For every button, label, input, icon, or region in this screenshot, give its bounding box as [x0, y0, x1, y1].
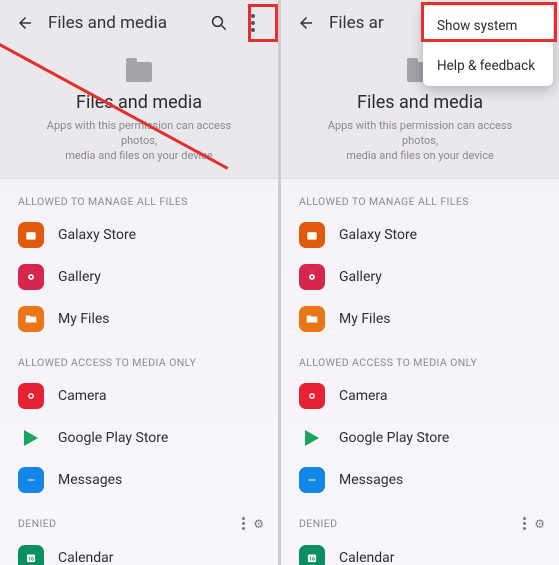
- app-row-messages[interactable]: Messages: [0, 459, 278, 501]
- folder-icon: [126, 62, 152, 82]
- app-row-my-files[interactable]: My Files: [0, 298, 278, 340]
- screen-left: Files and media Files and media Apps wit…: [0, 0, 278, 565]
- list-settings-icon[interactable]: ⚙: [253, 517, 264, 531]
- app-row-messages[interactable]: Messages: [281, 459, 559, 501]
- gallery-icon: [18, 264, 44, 290]
- app-name: Camera: [339, 388, 388, 404]
- app-row-calendar[interactable]: 16 Calendar: [281, 537, 559, 565]
- annotation-highlight-show-system: [421, 2, 557, 42]
- app-name: Messages: [58, 472, 122, 488]
- list-more-icon[interactable]: [523, 517, 526, 530]
- app-row-galaxy-store[interactable]: Galaxy Store: [0, 214, 278, 256]
- galaxy-store-icon: [299, 222, 325, 248]
- svg-text:16: 16: [28, 556, 34, 562]
- app-row-camera[interactable]: Camera: [281, 375, 559, 417]
- section-denied: DENIED: [299, 517, 337, 530]
- header-title: Files and media: [42, 13, 202, 33]
- camera-icon: [299, 383, 325, 409]
- app-name: Galaxy Store: [58, 227, 136, 243]
- section-manage-all: ALLOWED TO MANAGE ALL FILES: [281, 179, 559, 214]
- play-store-icon: [18, 425, 44, 451]
- messages-icon: [18, 467, 44, 493]
- back-icon[interactable]: [289, 6, 323, 40]
- app-name: Galaxy Store: [339, 227, 417, 243]
- app-name: Google Play Store: [339, 430, 449, 446]
- app-name: Calendar: [58, 550, 114, 565]
- calendar-icon: 16: [299, 545, 325, 565]
- hero-description: Apps with this permission can access pho…: [18, 119, 260, 164]
- section-manage-all: ALLOWED TO MANAGE ALL FILES: [0, 179, 278, 214]
- app-name: Gallery: [339, 269, 382, 285]
- hero-title: Files and media: [18, 92, 260, 113]
- app-row-my-files[interactable]: My Files: [281, 298, 559, 340]
- app-row-gallery[interactable]: Gallery: [0, 256, 278, 298]
- camera-icon: [18, 383, 44, 409]
- galaxy-store-icon: [18, 222, 44, 248]
- section-media-only: ALLOWED ACCESS TO MEDIA ONLY: [281, 340, 559, 375]
- my-files-icon: [18, 306, 44, 332]
- messages-icon: [299, 467, 325, 493]
- app-name: Camera: [58, 388, 107, 404]
- app-name: Messages: [339, 472, 403, 488]
- app-row-calendar[interactable]: 16 Calendar: [0, 537, 278, 565]
- svg-text:16: 16: [309, 556, 315, 562]
- screen-right: Files ar Show system Help & feedback Fil…: [281, 0, 559, 565]
- section-denied: DENIED: [18, 517, 56, 530]
- search-icon[interactable]: [202, 6, 236, 40]
- list-more-icon[interactable]: [242, 517, 245, 530]
- calendar-icon: 16: [18, 545, 44, 565]
- play-store-icon: [299, 425, 325, 451]
- list-settings-icon[interactable]: ⚙: [534, 517, 545, 531]
- app-name: My Files: [339, 311, 391, 327]
- section-media-only: ALLOWED ACCESS TO MEDIA ONLY: [0, 340, 278, 375]
- app-row-gallery[interactable]: Gallery: [281, 256, 559, 298]
- app-name: Calendar: [339, 550, 395, 565]
- app-header: Files and media: [0, 0, 278, 46]
- menu-help-feedback[interactable]: Help & feedback: [423, 46, 553, 86]
- hero-description: Apps with this permission can access pho…: [299, 119, 541, 164]
- app-row-play-store[interactable]: Google Play Store: [281, 417, 559, 459]
- app-row-play-store[interactable]: Google Play Store: [0, 417, 278, 459]
- gallery-icon: [299, 264, 325, 290]
- back-icon[interactable]: [8, 6, 42, 40]
- app-name: Google Play Store: [58, 430, 168, 446]
- app-row-camera[interactable]: Camera: [0, 375, 278, 417]
- my-files-icon: [299, 306, 325, 332]
- annotation-highlight-more: [248, 4, 278, 42]
- app-name: My Files: [58, 311, 110, 327]
- app-row-galaxy-store[interactable]: Galaxy Store: [281, 214, 559, 256]
- app-name: Gallery: [58, 269, 101, 285]
- hero-title: Files and media: [299, 92, 541, 113]
